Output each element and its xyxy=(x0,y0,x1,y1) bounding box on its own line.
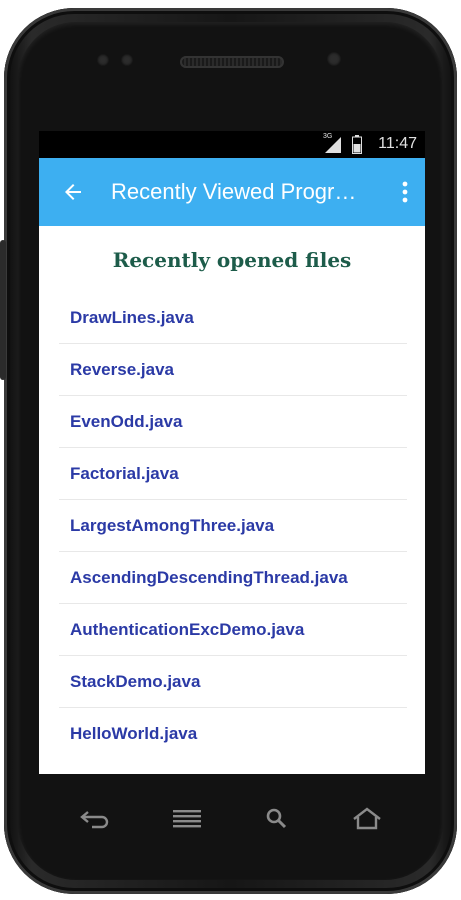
section-heading: Recently opened files xyxy=(112,248,352,272)
file-item[interactable]: Reverse.java xyxy=(59,344,407,396)
proximity-sensor xyxy=(97,54,109,66)
file-item[interactable]: HelloWorld.java xyxy=(59,708,407,759)
menu-icon[interactable] xyxy=(170,806,204,832)
status-bar: 3G 11:47 xyxy=(39,131,425,158)
main-content: Recently opened files DrawLines.java Rev… xyxy=(39,226,425,774)
search-icon[interactable] xyxy=(260,806,294,832)
back-icon[interactable] xyxy=(78,806,112,832)
file-item[interactable]: DrawLines.java xyxy=(59,292,407,344)
file-item[interactable]: StackDemo.java xyxy=(59,656,407,708)
file-item[interactable]: LargestAmongThree.java xyxy=(59,500,407,552)
app-bar: Recently Viewed Progr… xyxy=(39,158,425,226)
more-vert-icon[interactable] xyxy=(401,180,409,204)
earpiece-speaker xyxy=(180,56,284,68)
signal-icon xyxy=(325,137,341,153)
volume-button xyxy=(0,240,6,380)
arrow-left-icon[interactable] xyxy=(61,180,85,204)
page-title: Recently Viewed Progr… xyxy=(111,179,357,204)
file-item[interactable]: Factorial.java xyxy=(59,448,407,500)
status-time: 11:47 xyxy=(378,135,417,152)
home-icon[interactable] xyxy=(350,806,384,832)
light-sensor xyxy=(121,54,133,66)
file-item[interactable]: AscendingDescendingThread.java xyxy=(59,552,407,604)
battery-icon xyxy=(352,135,362,154)
hardware-nav-bar xyxy=(70,790,400,850)
file-item[interactable]: EvenOdd.java xyxy=(59,396,407,448)
device-screen: 3G 11:47 Recently Viewed Progr… Recently… xyxy=(39,131,425,774)
recent-files-list: DrawLines.java Reverse.java EvenOdd.java… xyxy=(59,292,407,759)
file-item[interactable]: AuthenticationExcDemo.java xyxy=(59,604,407,656)
front-camera xyxy=(327,52,341,66)
